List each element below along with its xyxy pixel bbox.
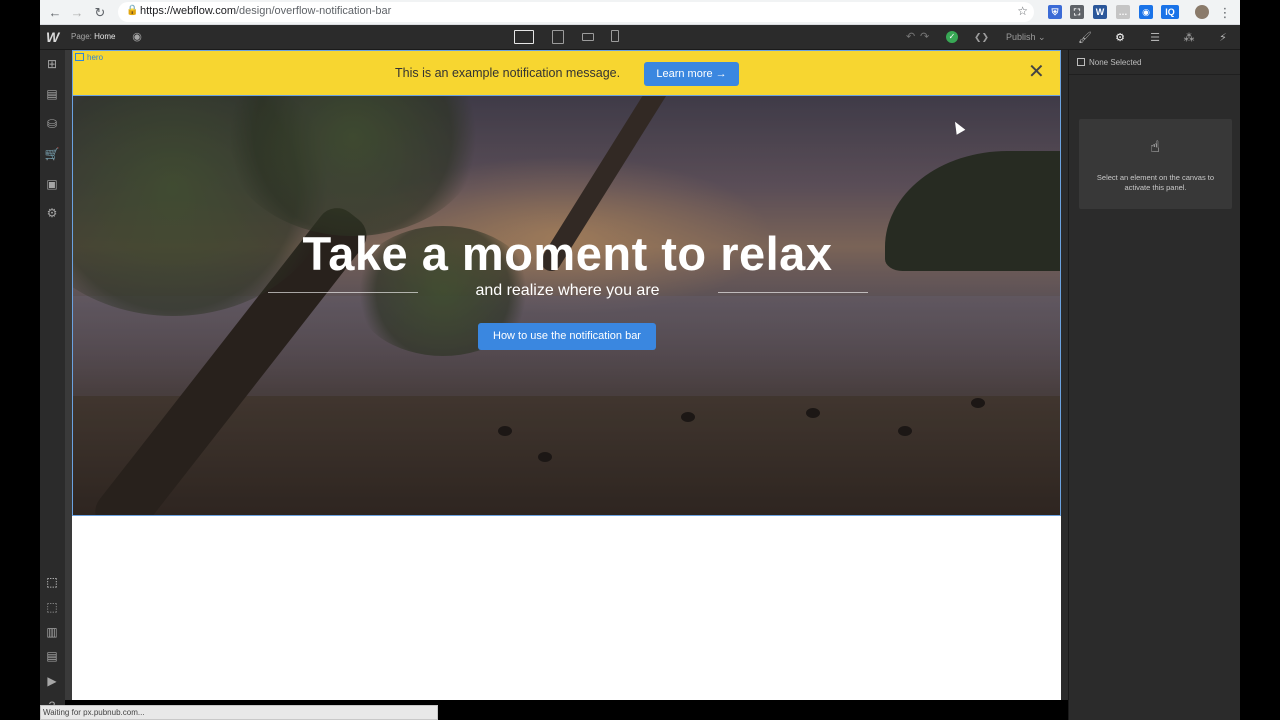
notification-message: This is an example notification message. [395,66,621,80]
undo-icon[interactable]: ↶ [906,30,915,44]
address-bar[interactable]: 🔒 https://webflow.com/design/overflow-no… [118,2,1034,22]
navigator-panel-tab[interactable]: ☰ [1140,29,1170,47]
publish-button[interactable]: Publish ⌄ [1006,32,1046,43]
empty-state-card: ☝ Select an element on the canvas to act… [1079,119,1232,209]
layout-icon[interactable]: ▤ [44,648,60,664]
shield-extension-icon[interactable]: ⛨ [1048,5,1062,19]
code-export-icon[interactable]: ❮❯ [974,30,989,44]
empty-state-text: Select an element on the canvas to activ… [1096,173,1215,192]
preview-outline-icon[interactable]: ⬚ [44,599,60,615]
settings-panel: None Selected ☝ Select an element on the… [1068,50,1241,720]
learn-more-button[interactable]: Learn more → [644,62,739,86]
page-name: Home [94,32,116,41]
symbols-panel-tab[interactable]: ⁂ [1174,29,1204,47]
ecommerce-icon[interactable]: 🛒 [44,146,60,162]
url-host: https://webflow.com [140,5,236,17]
style-panel-tab[interactable]: 🖌 [1070,29,1100,47]
tablet-breakpoint-icon[interactable] [552,30,564,44]
settings-panel-tab[interactable]: ⚙ [1105,29,1135,47]
pages-icon[interactable]: ▤ [44,86,60,102]
left-sidebar: ⊞ ▤ ⛁ 🛒 ▣ ⚙ ⬚ ⬚ ▥ ▤ ▶ ? [40,50,65,720]
reload-icon[interactable]: ↻ [91,4,109,22]
word-extension-icon[interactable]: W [1093,5,1107,19]
saved-check-icon: ✓ [946,31,958,43]
desktop-breakpoint-icon[interactable] [514,30,534,44]
status-bar: Waiting for px.pubnub.com... [40,705,438,720]
panel-divider [1069,74,1241,75]
screenshot-extension-icon[interactable]: ⛶ [1070,5,1084,19]
video-icon[interactable]: ▶ [44,673,60,689]
add-panel-icon[interactable]: ⊞ [44,56,60,72]
url-text[interactable]: https://webflow.com/design/overflow-noti… [140,5,391,17]
blue-extension-icon[interactable]: ◉ [1139,5,1153,19]
lock-icon: 🔒 [126,5,139,16]
hero-overlay [73,96,1060,515]
notification-bar[interactable]: hero This is an example notification mes… [72,50,1061,96]
pointer-hand-icon: ☝ [1150,139,1160,156]
hero-subtitle[interactable]: and realize where you are [73,282,1060,300]
browser-toolbar: ← → ↻ 🔒 https://webflow.com/design/overf… [40,0,1240,25]
page-selector[interactable]: Page: Home [71,32,115,41]
settings-icon[interactable]: ⚙ [44,205,60,221]
cms-icon[interactable]: ⛁ [44,116,60,132]
assets-icon[interactable]: ▣ [44,176,60,192]
status-text: Waiting for px.pubnub.com... [43,708,145,717]
hero-element-tag[interactable]: hero [75,53,103,62]
browser-menu-icon[interactable]: ⋮ [1216,4,1234,22]
page-prefix: Page: [71,32,92,41]
hero-heading[interactable]: Take a moment to relax [73,226,1060,281]
howto-button[interactable]: How to use the notification bar [478,323,656,350]
grid-icon[interactable]: ▥ [44,624,60,640]
canvas-scrollbar[interactable] [1061,50,1068,700]
bookmark-star-icon[interactable]: ☆ [1017,4,1028,18]
mobile-landscape-breakpoint-icon[interactable] [582,33,594,41]
select-mode-icon[interactable]: ⬚ [44,574,60,590]
canvas-page[interactable]: hero This is an example notification mes… [72,50,1061,700]
chat-extension-icon[interactable]: … [1116,5,1130,19]
webflow-logo[interactable]: W [46,29,59,45]
iq-extension-icon[interactable]: IQ [1161,5,1179,19]
hero-section[interactable]: Take a moment to relax and realize where… [72,96,1061,516]
back-icon[interactable]: ← [46,4,64,22]
canvas-area: hero This is an example notification mes… [65,50,1068,700]
interactions-panel-tab[interactable]: ⚡ [1208,29,1238,47]
url-path: /design/overflow-notification-bar [236,5,392,17]
close-icon[interactable]: ✕ [1028,61,1045,83]
screen: ← → ↻ 🔒 https://webflow.com/design/overf… [0,0,1280,720]
redo-icon[interactable]: ↷ [920,30,929,44]
preview-eye-icon[interactable]: ◉ [130,30,144,44]
designer-toolbar: W Page: Home ◉ ↶ ↷ ✓ ❮❯ Publish ⌄ 🖌 ⚙ ☰ … [40,25,1240,50]
publish-label: Publish [1006,32,1036,42]
profile-avatar[interactable] [1195,5,1209,19]
right-letterbox [1240,0,1280,720]
mobile-portrait-breakpoint-icon[interactable] [611,30,619,42]
selection-status: None Selected [1077,58,1141,67]
forward-icon[interactable]: → [68,4,86,22]
